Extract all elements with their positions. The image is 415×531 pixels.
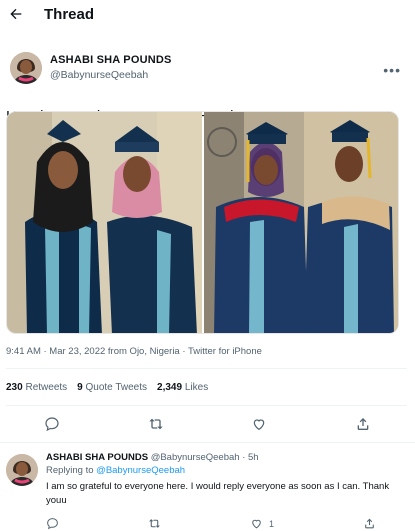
back-arrow-icon[interactable] [6,4,26,24]
page-title: Thread [44,5,95,23]
reply-actions: 1 [46,517,376,530]
share-icon[interactable] [363,517,376,530]
divider [6,368,407,369]
reply-handle-time[interactable]: @BabynurseQeebah · 5h [151,452,259,463]
reply-icon[interactable] [0,408,104,440]
tweet-media [6,111,399,334]
reply-display-name[interactable]: ASHABI SHA POUNDS [46,452,148,463]
reply-like-count: 1 [268,518,274,529]
retweets-stat[interactable]: 230 Retweets [6,382,67,393]
tweet-author: ASHABI SHA POUNDS @BabynurseQeebah ••• [0,28,415,100]
avatar[interactable] [10,52,42,84]
avatar[interactable] [6,454,38,486]
retweet-icon[interactable] [104,408,208,440]
tweet-stats: 230 Retweets 9 Quote Tweets 2,349 Likes [6,382,208,393]
reply-text: I am so grateful to everyone here. I wou… [46,481,390,506]
share-icon[interactable] [311,408,415,440]
more-icon[interactable]: ••• [383,62,401,78]
divider [0,442,415,443]
quote-tweets-stat[interactable]: 9 Quote Tweets [77,382,147,393]
replying-to-mention[interactable]: @BabynurseQeebah [96,465,185,476]
tweet-timestamp[interactable]: 9:41 AM · Mar 23, 2022 from Ojo, Nigeria… [6,346,262,357]
reply-header: ASHABI SHA POUNDS @BabynurseQeebah · 5h [46,452,406,463]
author-handle[interactable]: @BabynurseQeebah [50,68,172,83]
reply-icon[interactable] [46,517,59,530]
divider [6,405,407,406]
like-icon[interactable] [208,408,312,440]
likes-stat[interactable]: 2,349 Likes [157,382,208,393]
media-photo-how-it-went[interactable] [204,112,398,333]
replying-to: Replying to @BabynurseQeebah [46,465,186,476]
tweet-actions [0,408,415,440]
like-icon[interactable]: 1 [250,517,274,530]
retweet-icon[interactable] [148,517,161,530]
thread-header: Thread [0,0,415,28]
author-display-name[interactable]: ASHABI SHA POUNDS [50,53,172,68]
media-photo-how-it-started[interactable] [7,112,202,333]
